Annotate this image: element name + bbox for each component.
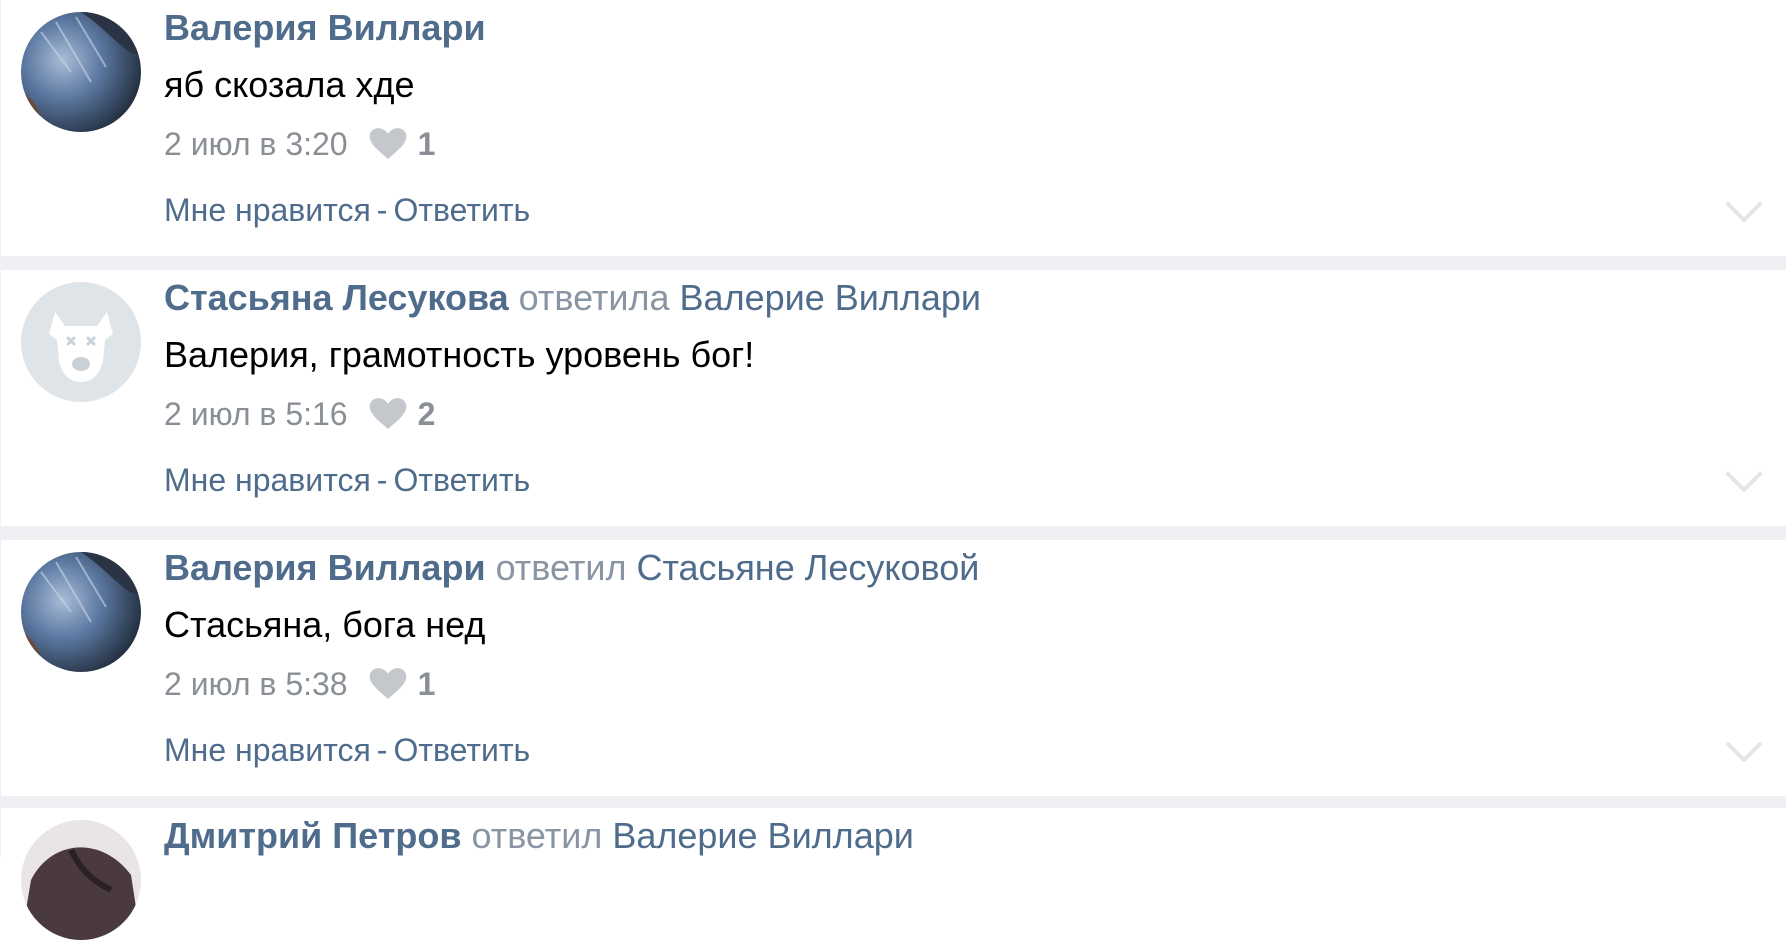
heart-icon[interactable]	[368, 394, 408, 434]
action-separator: -	[376, 732, 388, 768]
reply-button[interactable]: Ответить	[393, 732, 530, 768]
comment-item: Валерия Виллари яб скозала хде 2 июл в 3…	[1, 0, 1786, 256]
like-button[interactable]: Мне нравится	[164, 732, 371, 768]
avatar-photo-icon	[21, 820, 141, 940]
avatar[interactable]	[21, 12, 141, 132]
comment-actions: Мне нравится - Ответить	[164, 458, 530, 502]
like-count: 1	[417, 125, 436, 162]
avatar[interactable]	[21, 282, 141, 402]
like-button[interactable]: Мне нравится	[164, 192, 371, 228]
comment-item: Дмитрий Петров ответил Валерие Виллари	[1, 808, 1786, 940]
comment-header: Дмитрий Петров ответил Валерие Виллари	[164, 811, 914, 861]
comment-actions: Мне нравится - Ответить	[164, 188, 530, 232]
heart-icon[interactable]	[368, 664, 408, 704]
avatar[interactable]	[21, 820, 141, 940]
reply-verb: ответила	[518, 277, 670, 318]
like-button[interactable]: Мне нравится	[164, 462, 371, 498]
comment-text: Стасьяна, бога нед	[164, 604, 486, 645]
chevron-down-icon[interactable]	[1724, 468, 1764, 496]
avatar-photo-icon	[21, 12, 141, 132]
comments-feed: Валерия Виллари яб скозала хде 2 июл в 3…	[0, 0, 1786, 940]
comment-meta: 2 июл в 3:20 1	[164, 120, 435, 168]
comment-item: Стасьяна Лесукова ответила Валерие Виллари…	[1, 270, 1786, 526]
author-link[interactable]: Валерия Виллари	[164, 547, 486, 588]
reply-target-link[interactable]: Стасьяне Лесуковой	[636, 547, 979, 588]
like-count: 1	[417, 665, 436, 702]
author-link[interactable]: Дмитрий Петров	[164, 815, 461, 856]
reply-button[interactable]: Ответить	[393, 462, 530, 498]
comment-header: Валерия Виллари	[164, 3, 486, 53]
avatar[interactable]	[21, 552, 141, 672]
author-link[interactable]: Стасьяна Лесукова	[164, 277, 509, 318]
reply-verb: ответил	[495, 547, 627, 588]
default-dog-avatar-icon	[21, 282, 141, 402]
reply-target-link[interactable]: Валерие Виллари	[612, 815, 914, 856]
like-count: 2	[417, 395, 436, 432]
action-separator: -	[376, 192, 388, 228]
comment-meta: 2 июл в 5:16 2	[164, 390, 435, 438]
timestamp: 2 июл в 5:38	[164, 665, 348, 702]
reply-target-link[interactable]: Валерие Виллари	[680, 277, 982, 318]
timestamp: 2 июл в 5:16	[164, 395, 348, 432]
action-separator: -	[376, 462, 388, 498]
chevron-down-icon[interactable]	[1724, 198, 1764, 226]
reply-button[interactable]: Ответить	[393, 192, 530, 228]
comment-text: Валерия, грамотность уровень бог!	[164, 334, 755, 375]
comment-meta: 2 июл в 5:38 1	[164, 660, 435, 708]
avatar-photo-icon	[21, 552, 141, 672]
comment-actions: Мне нравится - Ответить	[164, 728, 530, 772]
chevron-down-icon[interactable]	[1724, 738, 1764, 766]
comment-item: Валерия Виллари ответил Стасьяне Лесуковой…	[1, 540, 1786, 796]
heart-icon[interactable]	[368, 124, 408, 164]
author-link[interactable]: Валерия Виллари	[164, 7, 486, 48]
comment-header: Стасьяна Лесукова ответила Валерие Виллари	[164, 273, 981, 323]
comment-header: Валерия Виллари ответил Стасьяне Лесуковой	[164, 543, 979, 593]
reply-verb: ответил	[471, 815, 603, 856]
timestamp: 2 июл в 3:20	[164, 125, 348, 162]
comment-text: яб скозала хде	[164, 64, 415, 105]
